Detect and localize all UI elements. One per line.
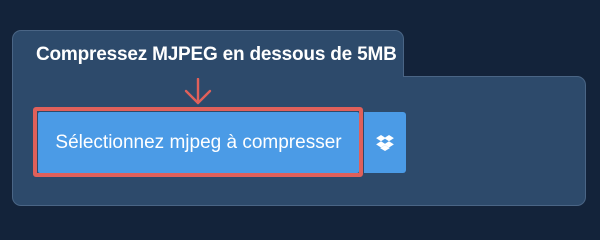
arrow-down-icon: [184, 78, 212, 105]
dropbox-icon: [376, 134, 394, 151]
panel-title: Compressez MJPEG en dessous de 5MB: [36, 44, 397, 65]
select-file-button[interactable]: Sélectionnez mjpeg à compresser: [38, 112, 359, 173]
dropbox-button[interactable]: [364, 112, 406, 173]
